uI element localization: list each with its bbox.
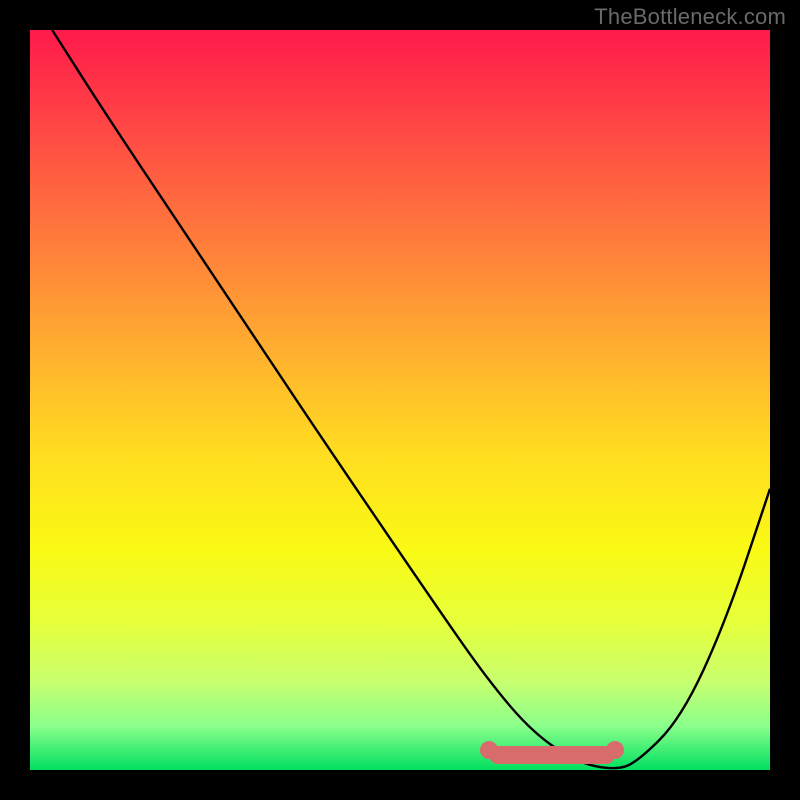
optimal-range-band [489, 746, 615, 764]
watermark-text: TheBottleneck.com [594, 4, 786, 30]
optimal-range-end [606, 741, 624, 759]
chart-frame: TheBottleneck.com [0, 0, 800, 800]
optimal-range-start [480, 741, 498, 759]
bottleneck-curve [30, 30, 770, 770]
